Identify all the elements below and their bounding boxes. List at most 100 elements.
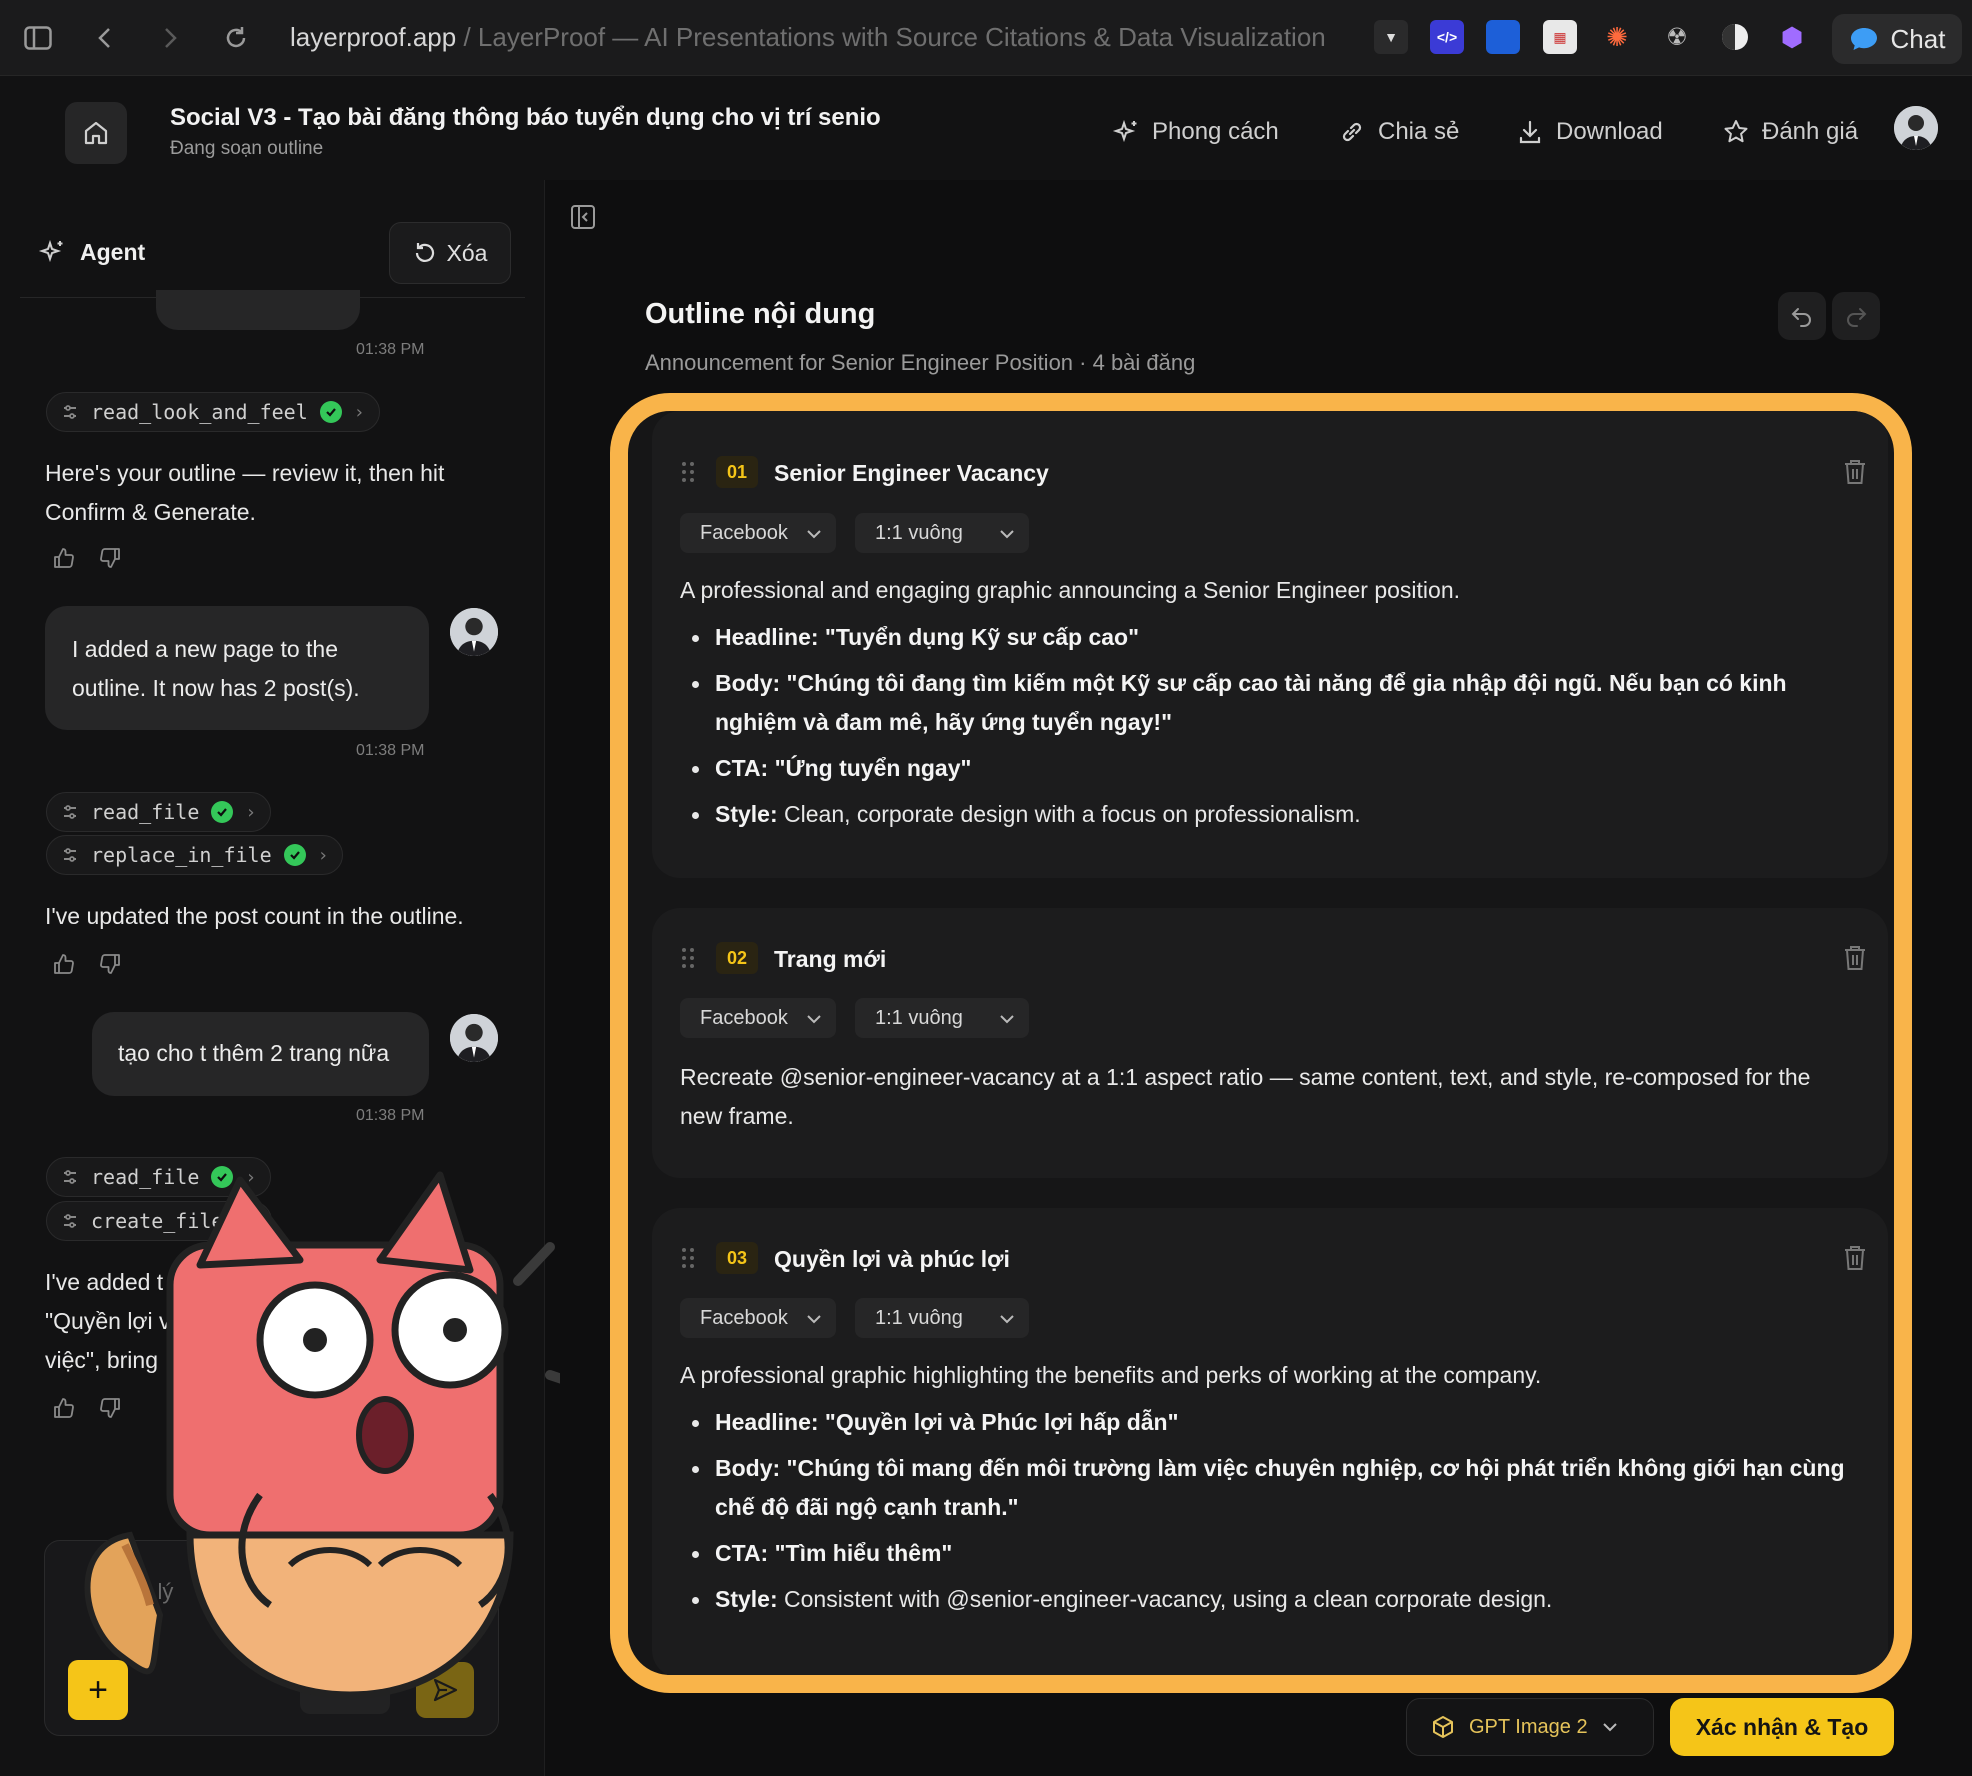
chevron-down-icon — [806, 522, 822, 545]
url-host: layerproof.app — [290, 22, 457, 52]
agent-message: I've updated the post count in the outli… — [45, 903, 464, 929]
chat-label: Chat — [1890, 23, 1946, 54]
sidebar-toggle-icon[interactable] — [22, 22, 54, 54]
card-description[interactable]: A professional and engaging graphic anno… — [680, 571, 1854, 841]
thumbs-up-icon[interactable] — [52, 952, 76, 976]
bullet-headline: Headline: "Tuyển dụng Kỹ sư cấp cao" — [680, 618, 1854, 657]
tool-call-chip[interactable]: replace_in_file › — [46, 835, 344, 875]
card-title[interactable]: Senior Engineer Vacancy — [774, 460, 1049, 487]
bullet-key: Style: — [715, 801, 778, 827]
extension-contrast-icon[interactable] — [1718, 20, 1752, 54]
message-timestamp: 01:38 PM — [356, 341, 425, 358]
card-description[interactable]: Recreate @senior-engineer-vacancy at a 1… — [680, 1058, 1854, 1136]
message-timestamp: 01:38 PM — [356, 1107, 425, 1124]
share-label: Chia sẻ — [1378, 118, 1460, 145]
card-description[interactable]: A professional graphic highlighting the … — [680, 1356, 1854, 1626]
extension-flame-icon[interactable]: ✺ — [1600, 20, 1634, 54]
outline-title: Outline nội dung — [645, 298, 876, 330]
platform-select[interactable]: Facebook — [680, 513, 836, 553]
tool-call-chip[interactable]: read_file › — [46, 792, 272, 832]
trash-icon[interactable] — [1842, 944, 1868, 972]
message-feedback — [52, 546, 122, 570]
message-timestamp: 01:38 PM — [356, 742, 425, 759]
extension-hex-icon[interactable]: ⬢ — [1775, 20, 1809, 54]
platform-select[interactable]: Facebook — [680, 998, 836, 1038]
user-message: tạo cho t thêm 2 trang nữa — [92, 1012, 429, 1096]
share-button[interactable]: Chia sẻ — [1338, 118, 1459, 146]
ratio-select[interactable]: 1:1 vuông — [855, 998, 1029, 1038]
card-title[interactable]: Quyền lợi và phúc lợi — [774, 1246, 1010, 1273]
extension-book-icon[interactable] — [1486, 20, 1520, 54]
card-description-text: Recreate @senior-engineer-vacancy at a 1… — [680, 1064, 1811, 1129]
agent-title: Agent — [80, 238, 146, 265]
home-button[interactable] — [65, 102, 127, 164]
trash-icon[interactable] — [1842, 1244, 1868, 1272]
card-number: 02 — [716, 942, 758, 974]
bullet-value: "Ứng tuyển ngay" — [768, 755, 972, 781]
drag-handle-icon[interactable] — [680, 1246, 696, 1270]
back-icon[interactable] — [88, 22, 120, 54]
bullet-value: "Quyền lợi và Phúc lợi hấp dẫn" — [818, 1409, 1179, 1435]
bullet-key: Style: — [715, 1586, 778, 1612]
chevron-down-icon — [999, 1007, 1015, 1030]
browser-chat-button[interactable]: Chat — [1832, 14, 1962, 64]
card-title[interactable]: Trang mới — [774, 946, 886, 973]
collapse-panel-button[interactable] — [570, 204, 600, 234]
bullet-key: Headline: — [715, 1409, 819, 1435]
download-button[interactable]: Download — [1516, 118, 1663, 146]
chat-bubble-icon — [1850, 28, 1877, 50]
bullet-cta: CTA: "Tìm hiểu thêm" — [680, 1534, 1854, 1573]
forward-icon[interactable] — [155, 22, 187, 54]
browser-toolbar: layerproof.app / LayerProof — AI Present… — [0, 0, 1972, 76]
cat-sticker-image — [84, 1171, 560, 1699]
link-icon — [1342, 122, 1362, 142]
download-icon — [1519, 120, 1541, 144]
agent-header: Agent — [38, 238, 145, 266]
address-bar[interactable]: layerproof.app / LayerProof — AI Present… — [290, 22, 1326, 53]
outline-card[interactable]: 01 Senior Engineer Vacancy Facebook 1:1 … — [652, 411, 1888, 878]
outline-subtitle: Announcement for Senior Engineer Positio… — [645, 350, 1196, 375]
outline-card[interactable]: 03 Quyền lợi và phúc lợi Facebook 1:1 vu… — [652, 1208, 1888, 1675]
bullet-value: Clean, corporate design with a focus on … — [777, 801, 1361, 827]
bullet-value: "Chúng tôi mang đến môi trường làm việc … — [715, 1455, 1845, 1520]
thumbs-down-icon[interactable] — [98, 952, 122, 976]
check-icon — [211, 801, 234, 823]
outline-list-highlight: 01 Senior Engineer Vacancy Facebook 1:1 … — [610, 393, 1912, 1693]
bullet-body: Body: "Chúng tôi đang tìm kiếm một Kỹ sư… — [680, 664, 1854, 742]
extension-radiation-icon[interactable]: ☢ — [1660, 20, 1694, 54]
ratio-select[interactable]: 1:1 vuông — [855, 513, 1029, 553]
ratio-select[interactable]: 1:1 vuông — [855, 1298, 1029, 1338]
card-number: 03 — [716, 1242, 758, 1274]
bullet-cta: CTA: "Ứng tuyển ngay" — [680, 749, 1854, 788]
chevron-down-icon — [999, 1307, 1015, 1330]
style-button[interactable]: Phong cách — [1112, 118, 1279, 146]
undo-button[interactable] — [1778, 292, 1826, 340]
download-label: Download — [1556, 118, 1663, 145]
redo-button[interactable] — [1832, 292, 1880, 340]
ratio-value: 1:1 vuông — [875, 521, 963, 544]
extension-code-icon[interactable]: </> — [1430, 20, 1464, 54]
thumbs-down-icon[interactable] — [98, 546, 122, 570]
trash-icon[interactable] — [1842, 458, 1868, 486]
tool-call-chip[interactable]: read_look_and_feel › — [46, 392, 380, 432]
platform-select[interactable]: Facebook — [680, 1298, 836, 1338]
rate-button[interactable]: Đánh giá — [1722, 118, 1858, 146]
user-avatar[interactable] — [1894, 106, 1938, 150]
thumbs-up-icon[interactable] — [52, 546, 76, 570]
extension-grid-icon[interactable]: ▦ — [1543, 20, 1577, 54]
reload-icon[interactable] — [220, 22, 252, 54]
bullet-style: Style: Clean, corporate design with a fo… — [680, 795, 1854, 834]
bullet-key: Body: — [715, 1455, 781, 1481]
card-number: 01 — [716, 456, 758, 488]
drag-handle-icon[interactable] — [680, 460, 696, 484]
extension-shield-icon[interactable]: ▼ — [1374, 20, 1408, 54]
drag-handle-icon[interactable] — [680, 946, 696, 970]
outline-card[interactable]: 02 Trang mới Facebook 1:1 vuông Recreate… — [652, 908, 1888, 1178]
confirm-generate-button[interactable]: Xác nhận & Tạo — [1670, 1698, 1894, 1756]
cube-icon — [1433, 1716, 1453, 1738]
clear-chat-button[interactable]: Xóa — [389, 222, 511, 284]
model-select[interactable]: GPT Image 2 — [1406, 1698, 1654, 1756]
user-avatar — [450, 608, 498, 656]
model-label: GPT Image 2 — [1469, 1715, 1588, 1738]
tool-name: read_look_and_feel — [91, 400, 308, 424]
